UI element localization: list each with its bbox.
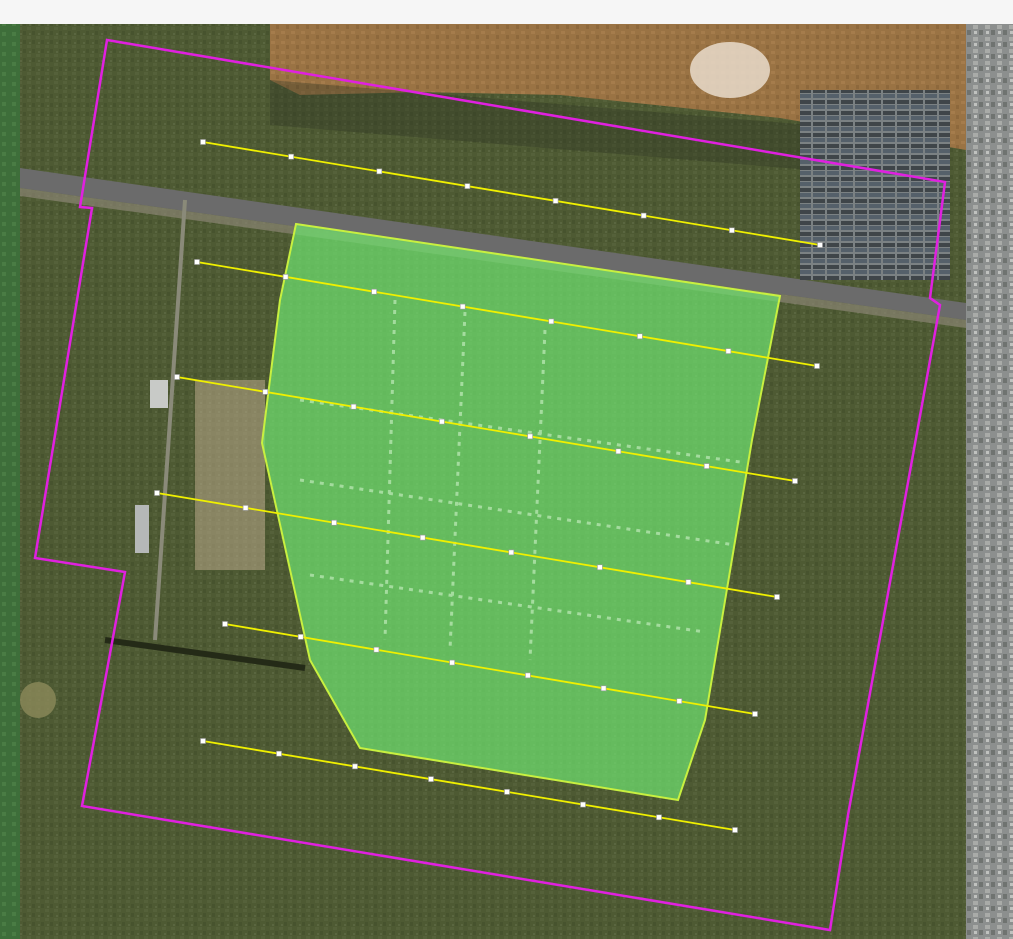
transect-node[interactable]: [419, 534, 426, 541]
transect-node[interactable]: [154, 490, 160, 496]
transect-node[interactable]: [331, 519, 337, 526]
transect-node[interactable]: [174, 374, 180, 380]
transect-node[interactable]: [637, 333, 643, 340]
bright-patch: [690, 42, 770, 98]
transect-node[interactable]: [725, 348, 732, 354]
transect-node[interactable]: [194, 259, 200, 265]
transect-node[interactable]: [752, 711, 758, 717]
transect-node[interactable]: [732, 827, 738, 833]
transect-node[interactable]: [774, 594, 780, 600]
transect-node[interactable]: [464, 183, 471, 189]
transect-node[interactable]: [597, 564, 603, 571]
top-margin: [0, 0, 1013, 24]
transect-node[interactable]: [350, 403, 357, 410]
transect-node[interactable]: [352, 763, 358, 770]
farm-building: [150, 380, 168, 408]
transect-node[interactable]: [615, 448, 622, 455]
transect-node[interactable]: [242, 505, 249, 511]
transect-node[interactable]: [282, 274, 289, 280]
transect-node[interactable]: [373, 646, 380, 653]
transect-node[interactable]: [640, 212, 647, 219]
transect-node[interactable]: [527, 433, 533, 440]
transect-node[interactable]: [525, 672, 531, 679]
transect-node[interactable]: [449, 659, 455, 666]
transect-node[interactable]: [676, 698, 683, 704]
transect-node[interactable]: [439, 418, 445, 425]
transect-node[interactable]: [459, 303, 466, 310]
transect-node[interactable]: [297, 634, 304, 640]
transect-node[interactable]: [200, 139, 206, 145]
paddock-circle: [20, 682, 56, 718]
left-edge-strip: [0, 24, 20, 939]
sandy-patch: [195, 380, 265, 570]
transect-node[interactable]: [428, 776, 434, 782]
transect-node[interactable]: [200, 738, 206, 744]
transect-node[interactable]: [288, 153, 294, 160]
transect-node[interactable]: [600, 685, 607, 692]
transect-node[interactable]: [276, 750, 282, 757]
transect-node[interactable]: [703, 463, 710, 469]
transect-node[interactable]: [508, 549, 515, 556]
transect-node[interactable]: [504, 789, 510, 795]
transect-node[interactable]: [656, 814, 662, 821]
transect-node[interactable]: [371, 288, 377, 295]
housing-estate: [800, 90, 950, 280]
transect-node[interactable]: [222, 621, 228, 627]
transect-node[interactable]: [729, 227, 735, 234]
map-viewport[interactable]: [0, 0, 1013, 939]
transect-node[interactable]: [376, 168, 383, 175]
farm-building: [135, 505, 149, 553]
transect-node[interactable]: [548, 318, 555, 325]
transect-node[interactable]: [814, 363, 820, 369]
transect-node[interactable]: [552, 198, 559, 204]
urban-area: [966, 24, 1013, 939]
transect-node[interactable]: [262, 389, 269, 395]
transect-node[interactable]: [685, 579, 692, 585]
transect-node[interactable]: [580, 801, 586, 808]
map-canvas[interactable]: [0, 0, 1013, 939]
transect-node[interactable]: [792, 478, 798, 484]
transect-node[interactable]: [817, 242, 823, 248]
